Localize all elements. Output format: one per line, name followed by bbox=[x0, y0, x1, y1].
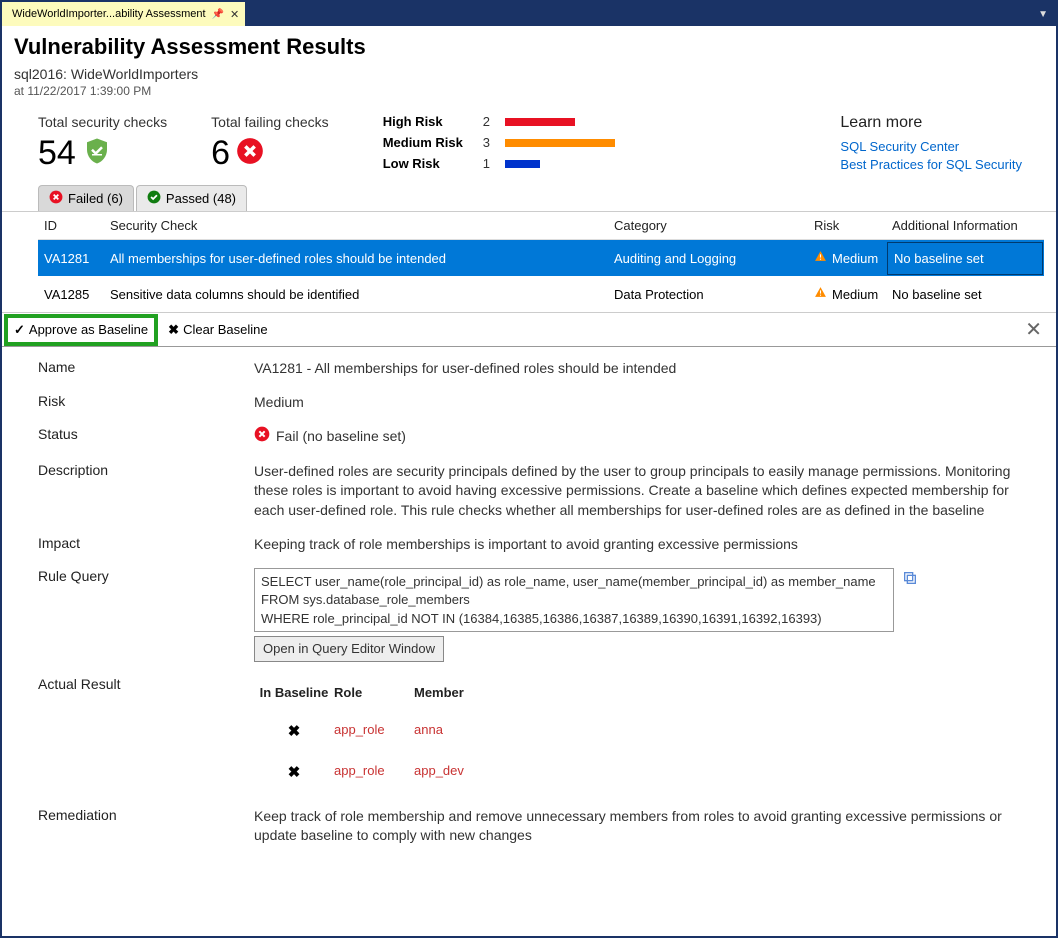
actual-result-row: ✖ app_role anna bbox=[254, 711, 1036, 752]
actual-result-row: ✖ app_role app_dev bbox=[254, 752, 1036, 793]
actual-member: anna bbox=[414, 721, 494, 742]
detail-impact-value: Keeping track of role memberships is imp… bbox=[254, 535, 1036, 555]
row-risk: Medium bbox=[814, 250, 892, 266]
row-category: Data Protection bbox=[614, 287, 814, 302]
failing-checks-label: Total failing checks bbox=[211, 114, 329, 130]
fail-icon bbox=[49, 190, 63, 207]
detail-remediation-label: Remediation bbox=[38, 807, 254, 846]
table-row[interactable]: VA1285 Sensitive data columns should be … bbox=[38, 276, 1044, 312]
table-row[interactable]: VA1281 All memberships for user-defined … bbox=[38, 240, 1044, 276]
check-icon: ✓ bbox=[14, 322, 25, 338]
detail-name-label: Name bbox=[38, 359, 254, 379]
medium-risk-bar bbox=[505, 139, 615, 147]
row-info: No baseline set bbox=[892, 251, 1038, 266]
row-category: Auditing and Logging bbox=[614, 251, 814, 266]
failing-checks-value: 6 bbox=[211, 134, 230, 173]
rule-query-text[interactable]: SELECT user_name(role_principal_id) as r… bbox=[254, 568, 894, 632]
page-title: Vulnerability Assessment Results bbox=[14, 34, 1044, 60]
actual-member: app_dev bbox=[414, 762, 494, 783]
chevron-down-icon[interactable]: ▼ bbox=[1038, 9, 1048, 20]
tab-passed-label: Passed (48) bbox=[166, 191, 236, 206]
actual-col-role: Role bbox=[334, 684, 414, 702]
high-risk-bar bbox=[505, 118, 575, 126]
col-check: Security Check bbox=[110, 218, 614, 233]
row-id: VA1285 bbox=[44, 287, 110, 302]
tab-title: WideWorldImporter...ability Assessment bbox=[12, 8, 206, 20]
fail-circle-icon bbox=[236, 137, 264, 170]
row-info: No baseline set bbox=[892, 287, 1038, 302]
not-in-baseline-icon: ✖ bbox=[288, 723, 301, 740]
high-risk-label: High Risk bbox=[383, 114, 473, 129]
not-in-baseline-icon: ✖ bbox=[288, 764, 301, 781]
medium-risk-count: 3 bbox=[483, 135, 495, 150]
detail-remediation-value: Keep track of role membership and remove… bbox=[254, 807, 1036, 846]
warning-icon bbox=[814, 250, 827, 266]
actual-role: app_role bbox=[334, 762, 414, 783]
close-detail-icon[interactable]: ✕ bbox=[1019, 317, 1048, 342]
copy-icon[interactable] bbox=[902, 570, 918, 586]
medium-risk-label: Medium Risk bbox=[383, 135, 473, 150]
tab-passed[interactable]: Passed (48) bbox=[136, 185, 247, 211]
row-id: VA1281 bbox=[44, 251, 110, 266]
clear-label: Clear Baseline bbox=[183, 322, 268, 337]
warning-icon bbox=[814, 286, 827, 302]
row-check: Sensitive data columns should be identif… bbox=[110, 287, 614, 302]
detail-actual-label: Actual Result bbox=[38, 676, 254, 792]
actual-role: app_role bbox=[334, 721, 414, 742]
titlebar-right: ▼ bbox=[245, 2, 1056, 26]
detail-risk-label: Risk bbox=[38, 393, 254, 413]
x-icon: ✖ bbox=[168, 322, 179, 338]
detail-impact-label: Impact bbox=[38, 535, 254, 555]
title-bar: WideWorldImporter...ability Assessment 📌… bbox=[2, 2, 1056, 26]
link-sql-security-center[interactable]: SQL Security Center bbox=[840, 138, 1022, 156]
table-header: ID Security Check Category Risk Addition… bbox=[38, 212, 1044, 240]
low-risk-label: Low Risk bbox=[383, 156, 473, 171]
timestamp: at 11/22/2017 1:39:00 PM bbox=[14, 84, 1044, 98]
close-tab-icon[interactable]: ✕ bbox=[230, 8, 239, 21]
col-id: ID bbox=[44, 218, 110, 233]
approve-label: Approve as Baseline bbox=[29, 322, 148, 337]
open-query-editor-button[interactable]: Open in Query Editor Window bbox=[254, 636, 444, 662]
pin-icon[interactable]: 📌 bbox=[212, 9, 224, 20]
document-tab[interactable]: WideWorldImporter...ability Assessment 📌… bbox=[2, 2, 245, 26]
approve-as-baseline-button[interactable]: ✓ Approve as Baseline bbox=[4, 314, 158, 346]
actual-col-member: Member bbox=[414, 684, 494, 702]
shield-check-icon bbox=[82, 136, 112, 171]
detail-query-label: Rule Query bbox=[38, 568, 254, 662]
detail-risk-value: Medium bbox=[254, 393, 1036, 413]
low-risk-bar bbox=[505, 160, 540, 168]
actual-col-baseline: In Baseline bbox=[254, 684, 334, 702]
row-risk: Medium bbox=[814, 286, 892, 302]
total-checks-value: 54 bbox=[38, 134, 76, 173]
detail-status-label: Status bbox=[38, 426, 254, 448]
total-checks-label: Total security checks bbox=[38, 114, 167, 130]
clear-baseline-button[interactable]: ✖ Clear Baseline bbox=[168, 322, 267, 338]
detail-status-value: Fail (no baseline set) bbox=[276, 427, 406, 447]
status-fail-icon bbox=[254, 426, 270, 448]
tab-failed-label: Failed (6) bbox=[68, 191, 123, 206]
link-best-practices[interactable]: Best Practices for SQL Security bbox=[840, 156, 1022, 174]
learn-more-title: Learn more bbox=[840, 114, 1022, 132]
low-risk-count: 1 bbox=[483, 156, 495, 171]
subtitle: sql2016: WideWorldImporters bbox=[14, 66, 1044, 82]
col-risk: Risk bbox=[814, 218, 892, 233]
col-info: Additional Information bbox=[892, 218, 1038, 233]
detail-desc-value: User-defined roles are security principa… bbox=[254, 462, 1036, 521]
tab-failed[interactable]: Failed (6) bbox=[38, 185, 134, 211]
pass-icon bbox=[147, 190, 161, 207]
detail-desc-label: Description bbox=[38, 462, 254, 521]
col-category: Category bbox=[614, 218, 814, 233]
row-check: All memberships for user-defined roles s… bbox=[110, 251, 614, 266]
detail-name-value: VA1281 - All memberships for user-define… bbox=[254, 359, 1036, 379]
high-risk-count: 2 bbox=[483, 114, 495, 129]
